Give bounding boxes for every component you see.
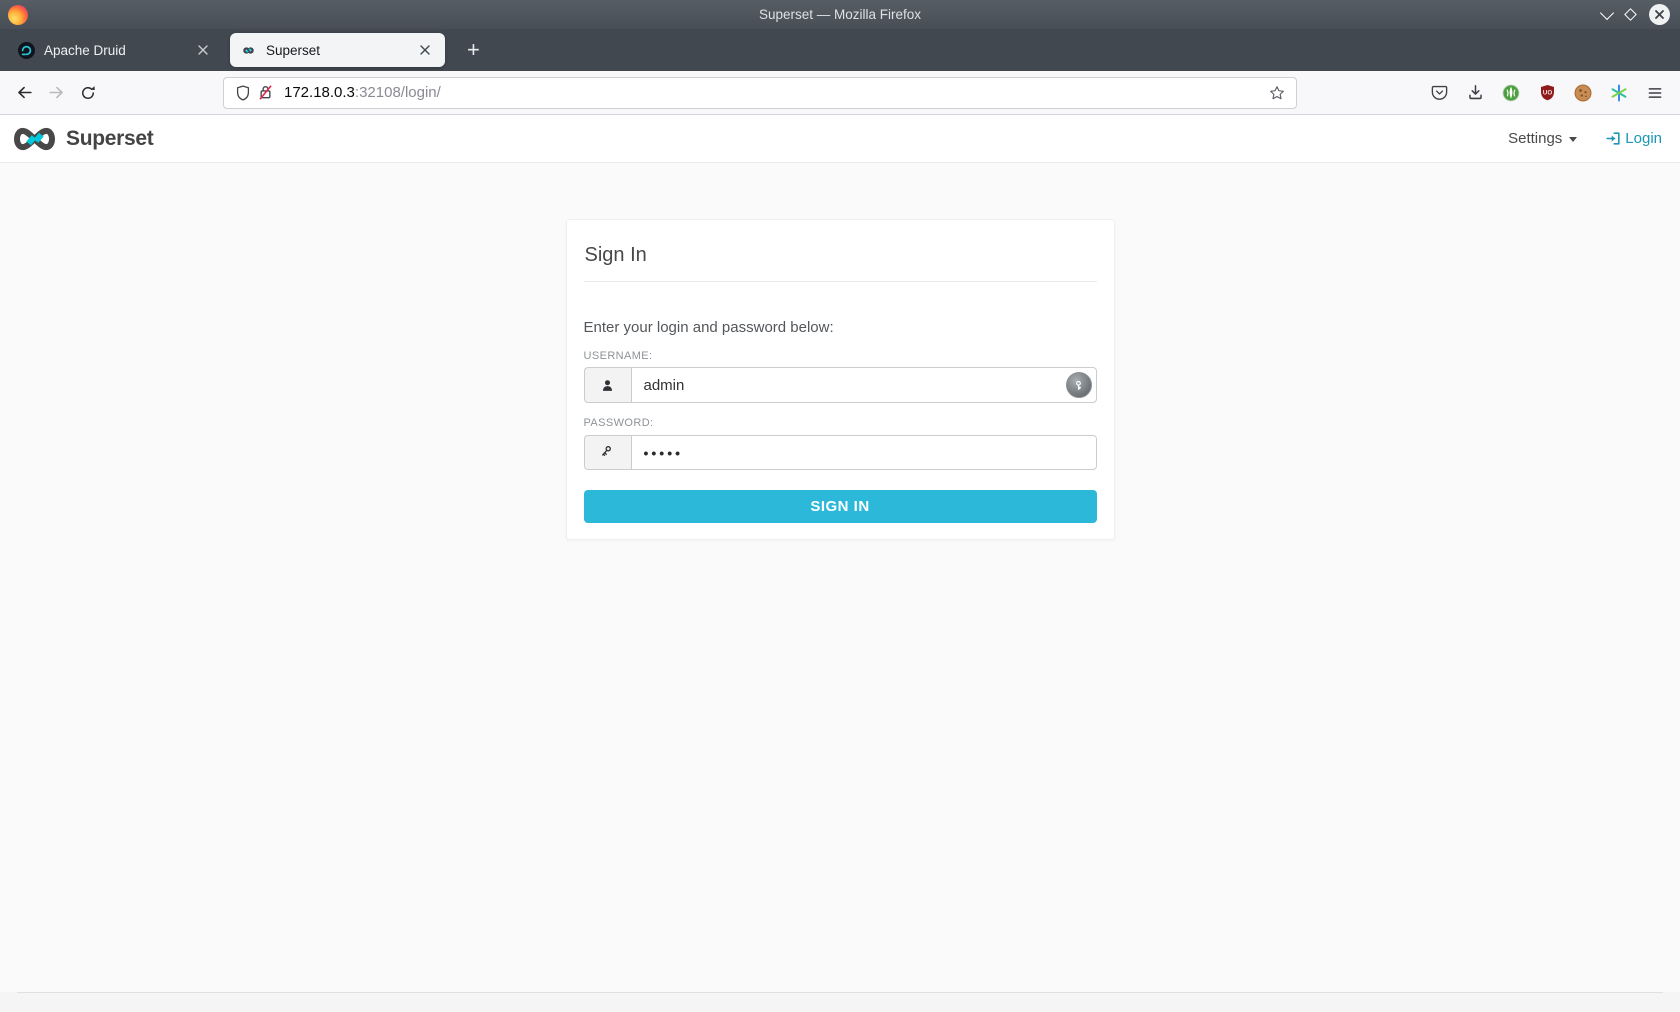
- login-link[interactable]: Login: [1605, 130, 1662, 147]
- window-titlebar: Superset — Mozilla Firefox: [0, 0, 1680, 29]
- url-host: 172.18.0.3: [284, 84, 355, 101]
- pocket-icon[interactable]: [1425, 79, 1453, 107]
- sign-in-card: Sign In Enter your login and password be…: [565, 219, 1115, 540]
- password-input-group: [583, 435, 1097, 470]
- card-title: Sign In: [584, 244, 647, 266]
- url-path: :32108/login/: [354, 84, 441, 101]
- tab-close-icon[interactable]: [415, 40, 435, 60]
- back-button[interactable]: [8, 77, 40, 109]
- ublock-origin-icon[interactable]: UO: [1533, 79, 1561, 107]
- superset-favicon-icon: [243, 46, 254, 54]
- window-close-button[interactable]: [1649, 4, 1670, 25]
- window-maximize-icon[interactable]: [1624, 8, 1637, 21]
- chevron-down-icon: [1569, 137, 1578, 142]
- insecure-lock-icon[interactable]: [254, 82, 276, 104]
- divider: [583, 281, 1097, 282]
- ublock-badge-text: UO: [1542, 89, 1552, 96]
- settings-menu[interactable]: Settings: [1508, 130, 1578, 147]
- password-input[interactable]: [630, 435, 1097, 470]
- druid-favicon-icon: [18, 41, 35, 59]
- superset-navbar: Superset Settings Login: [0, 115, 1680, 163]
- cookie-extension-icon[interactable]: [1569, 79, 1597, 107]
- username-input[interactable]: [630, 367, 1097, 403]
- downloads-icon[interactable]: [1461, 79, 1489, 107]
- page-footer: [0, 992, 1680, 1012]
- forward-button[interactable]: [40, 77, 72, 109]
- login-label: Login: [1625, 130, 1662, 147]
- menu-hamburger-icon[interactable]: [1641, 79, 1669, 107]
- username-input-group: [583, 367, 1097, 403]
- brand-name: Superset: [66, 126, 154, 150]
- reload-button[interactable]: [72, 77, 104, 109]
- browser-toolbar: 172.18.0.3:32108/login/ UO: [0, 71, 1680, 115]
- superset-logo-icon: [14, 127, 55, 150]
- username-label: USERNAME:: [583, 350, 653, 362]
- tab-label: Apache Druid: [44, 42, 126, 58]
- sign-in-button[interactable]: SIGN IN: [583, 490, 1097, 523]
- tab-label: Superset: [266, 42, 321, 58]
- tab-apache-druid[interactable]: Apache Druid: [8, 33, 223, 67]
- window-title: Superset — Mozilla Firefox: [758, 7, 922, 22]
- user-icon: [583, 367, 631, 403]
- window-minimize-icon[interactable]: [1599, 5, 1615, 20]
- settings-label: Settings: [1508, 130, 1563, 147]
- key-icon: [583, 435, 631, 470]
- tracking-shield-icon[interactable]: [232, 82, 254, 104]
- tab-strip: Apache Druid Superset +: [0, 29, 1680, 71]
- url-bar[interactable]: 172.18.0.3:32108/login/: [223, 76, 1297, 109]
- green-extension-icon[interactable]: [1497, 79, 1525, 107]
- superset-brand[interactable]: Superset: [11, 124, 154, 154]
- password-label: PASSWORD:: [583, 417, 654, 429]
- url-text: 172.18.0.3:32108/login/: [284, 84, 1266, 101]
- asterisk-extension-icon[interactable]: [1605, 79, 1633, 107]
- login-prompt: Enter your login and password below:: [583, 319, 834, 336]
- tab-close-icon[interactable]: [193, 40, 213, 60]
- tab-superset[interactable]: Superset: [230, 33, 445, 67]
- sign-in-icon: [1606, 132, 1620, 145]
- password-manager-icon[interactable]: [1065, 372, 1092, 398]
- firefox-icon: [8, 4, 28, 25]
- new-tab-button[interactable]: +: [461, 37, 486, 63]
- page-body: Sign In Enter your login and password be…: [0, 163, 1680, 992]
- bookmark-star-icon[interactable]: [1266, 82, 1288, 104]
